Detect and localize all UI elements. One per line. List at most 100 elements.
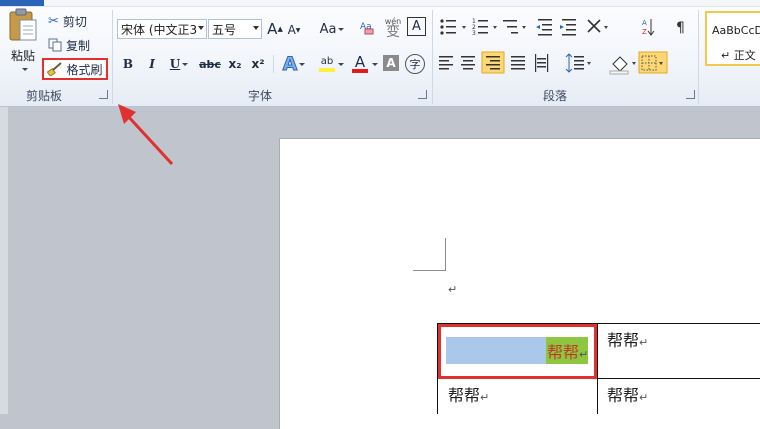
font-size-value: 五号 <box>212 22 237 37</box>
show-marks-icon: ¶ <box>676 20 685 36</box>
char-border-glyph: A <box>412 19 421 34</box>
selected-cell-outline <box>438 324 597 379</box>
distributed-icon <box>535 54 549 72</box>
table-cell[interactable]: 帮帮↵ <box>607 327 648 351</box>
strikethrough-button[interactable]: abc <box>199 54 221 74</box>
clear-format-icon: Aa <box>360 22 374 35</box>
phonetic-char: 变 <box>386 24 400 40</box>
cell-text: 帮帮 <box>607 331 640 350</box>
ribbon-tab-strip <box>0 0 760 7</box>
copy-button[interactable]: 复制 <box>48 36 90 54</box>
decrease-indent-icon <box>536 19 552 36</box>
change-case-button[interactable]: Aa <box>318 19 346 39</box>
underline-glyph: U <box>169 57 181 71</box>
shading-icon <box>609 56 629 75</box>
svg-text:¶: ¶ <box>676 20 685 36</box>
grow-font-glyph: A <box>267 20 278 38</box>
font-color-icon: A <box>354 53 366 71</box>
svg-text:A: A <box>642 19 647 27</box>
line-spacing-icon <box>565 53 584 73</box>
subscript-button[interactable]: x₂ <box>226 54 244 74</box>
bullets-icon <box>440 19 456 35</box>
increase-indent-icon <box>560 19 576 36</box>
sort-icon: AZ <box>642 19 655 36</box>
clear-format-button[interactable]: Aa <box>358 16 378 38</box>
font-group-label: 字体 <box>248 89 273 103</box>
char-shading-button[interactable]: A <box>383 55 399 71</box>
paste-icon <box>9 8 37 41</box>
separator <box>432 10 433 104</box>
enclose-char-button[interactable]: 字 <box>405 54 425 74</box>
enclose-glyph: 字 <box>409 58 421 71</box>
paragraph-mark: ↵ <box>639 391 649 404</box>
scissors-icon: ✂ <box>48 13 59 29</box>
format-painter-button[interactable]: 格式刷 <box>42 58 108 80</box>
superscript-glyph: x² <box>251 57 265 71</box>
left-gutter <box>0 107 8 414</box>
format-painter-label: 格式刷 <box>66 62 103 77</box>
bold-button[interactable]: B <box>119 54 137 74</box>
paragraph-icons-row1: 123 AZ ¶ <box>440 18 685 37</box>
paragraph-mark: ↵ <box>639 336 649 349</box>
paragraph-group-label: 段落 <box>543 89 568 103</box>
table-border <box>597 323 598 414</box>
style-normal-label: ↵ 正文 <box>721 49 756 62</box>
margin-corner-mark <box>413 270 446 271</box>
font-dialog-launcher[interactable] <box>418 90 427 99</box>
font-color-button[interactable]: A <box>346 53 374 75</box>
tab-file[interactable] <box>0 0 44 6</box>
paragraph-mark: ↵ <box>448 283 458 296</box>
chinese-layout-icon <box>587 19 601 33</box>
copy-icon <box>48 38 62 52</box>
copy-label: 复制 <box>66 38 91 53</box>
style-normal-tile[interactable]: AaBbCcD ↵ 正文 <box>705 11 760 66</box>
table-cell[interactable]: 帮帮↵ <box>448 382 489 406</box>
text-effects-button[interactable]: A <box>280 53 308 76</box>
char-border-button[interactable]: A <box>407 17 426 36</box>
cut-button[interactable]: ✂ 剪切 <box>48 12 87 30</box>
italic-glyph: I <box>149 57 155 71</box>
paste-dropdown-icon[interactable] <box>22 68 28 71</box>
document-page[interactable] <box>279 138 760 429</box>
cut-label: 剪切 <box>62 14 87 29</box>
justify-icon <box>511 56 525 70</box>
brush-icon <box>47 62 63 76</box>
grow-font-button[interactable]: A ▲ <box>266 19 284 39</box>
char-shading-glyph: A <box>386 56 396 70</box>
paste-button[interactable]: 粘贴 <box>6 8 40 78</box>
cell-text: 帮帮 <box>448 386 481 405</box>
underline-button[interactable]: U <box>166 54 192 74</box>
multilevel-list-icon <box>503 20 518 34</box>
font-size-combo[interactable]: 五号 <box>208 19 262 39</box>
paste-label: 粘贴 <box>11 49 36 63</box>
annotation-arrow <box>118 104 174 166</box>
shrink-font-button[interactable]: A ▼ <box>286 21 302 39</box>
chevron-down-icon <box>253 26 259 30</box>
font-color-swatch <box>352 69 368 73</box>
bold-glyph: B <box>122 57 134 71</box>
margin-corner-mark <box>445 238 446 271</box>
align-right-active-bg <box>481 51 505 74</box>
superscript-button[interactable]: x² <box>249 54 267 74</box>
font-name-combo[interactable]: 宋体 (中文正3 <box>117 19 207 39</box>
italic-button[interactable]: I <box>143 54 161 74</box>
align-center-icon <box>461 56 475 70</box>
font-color-dropdown-icon[interactable] <box>372 63 378 66</box>
chevron-down-icon <box>198 26 204 30</box>
shrink-font-glyph: A <box>287 23 296 37</box>
phonetic-guide-button[interactable]: wén 变 <box>383 14 403 40</box>
text-effects-icon: A <box>282 53 298 76</box>
highlight-swatch <box>319 68 335 72</box>
paragraph-dialog-launcher[interactable] <box>686 90 695 99</box>
highlight-dropdown-icon[interactable] <box>338 63 344 66</box>
cell-text: 帮帮 <box>607 386 640 405</box>
table-cell[interactable]: 帮帮↵ <box>607 382 648 406</box>
svg-text:3: 3 <box>472 30 476 37</box>
svg-text:Z: Z <box>642 28 647 36</box>
font-name-value: 宋体 (中文正3 <box>121 22 198 37</box>
paragraph-mark: ↵ <box>480 391 490 404</box>
paragraph-icons-row2 <box>439 51 668 75</box>
clipboard-dialog-launcher[interactable] <box>99 90 108 99</box>
clipboard-group-label: 剪贴板 <box>26 89 63 103</box>
separator <box>112 10 113 104</box>
